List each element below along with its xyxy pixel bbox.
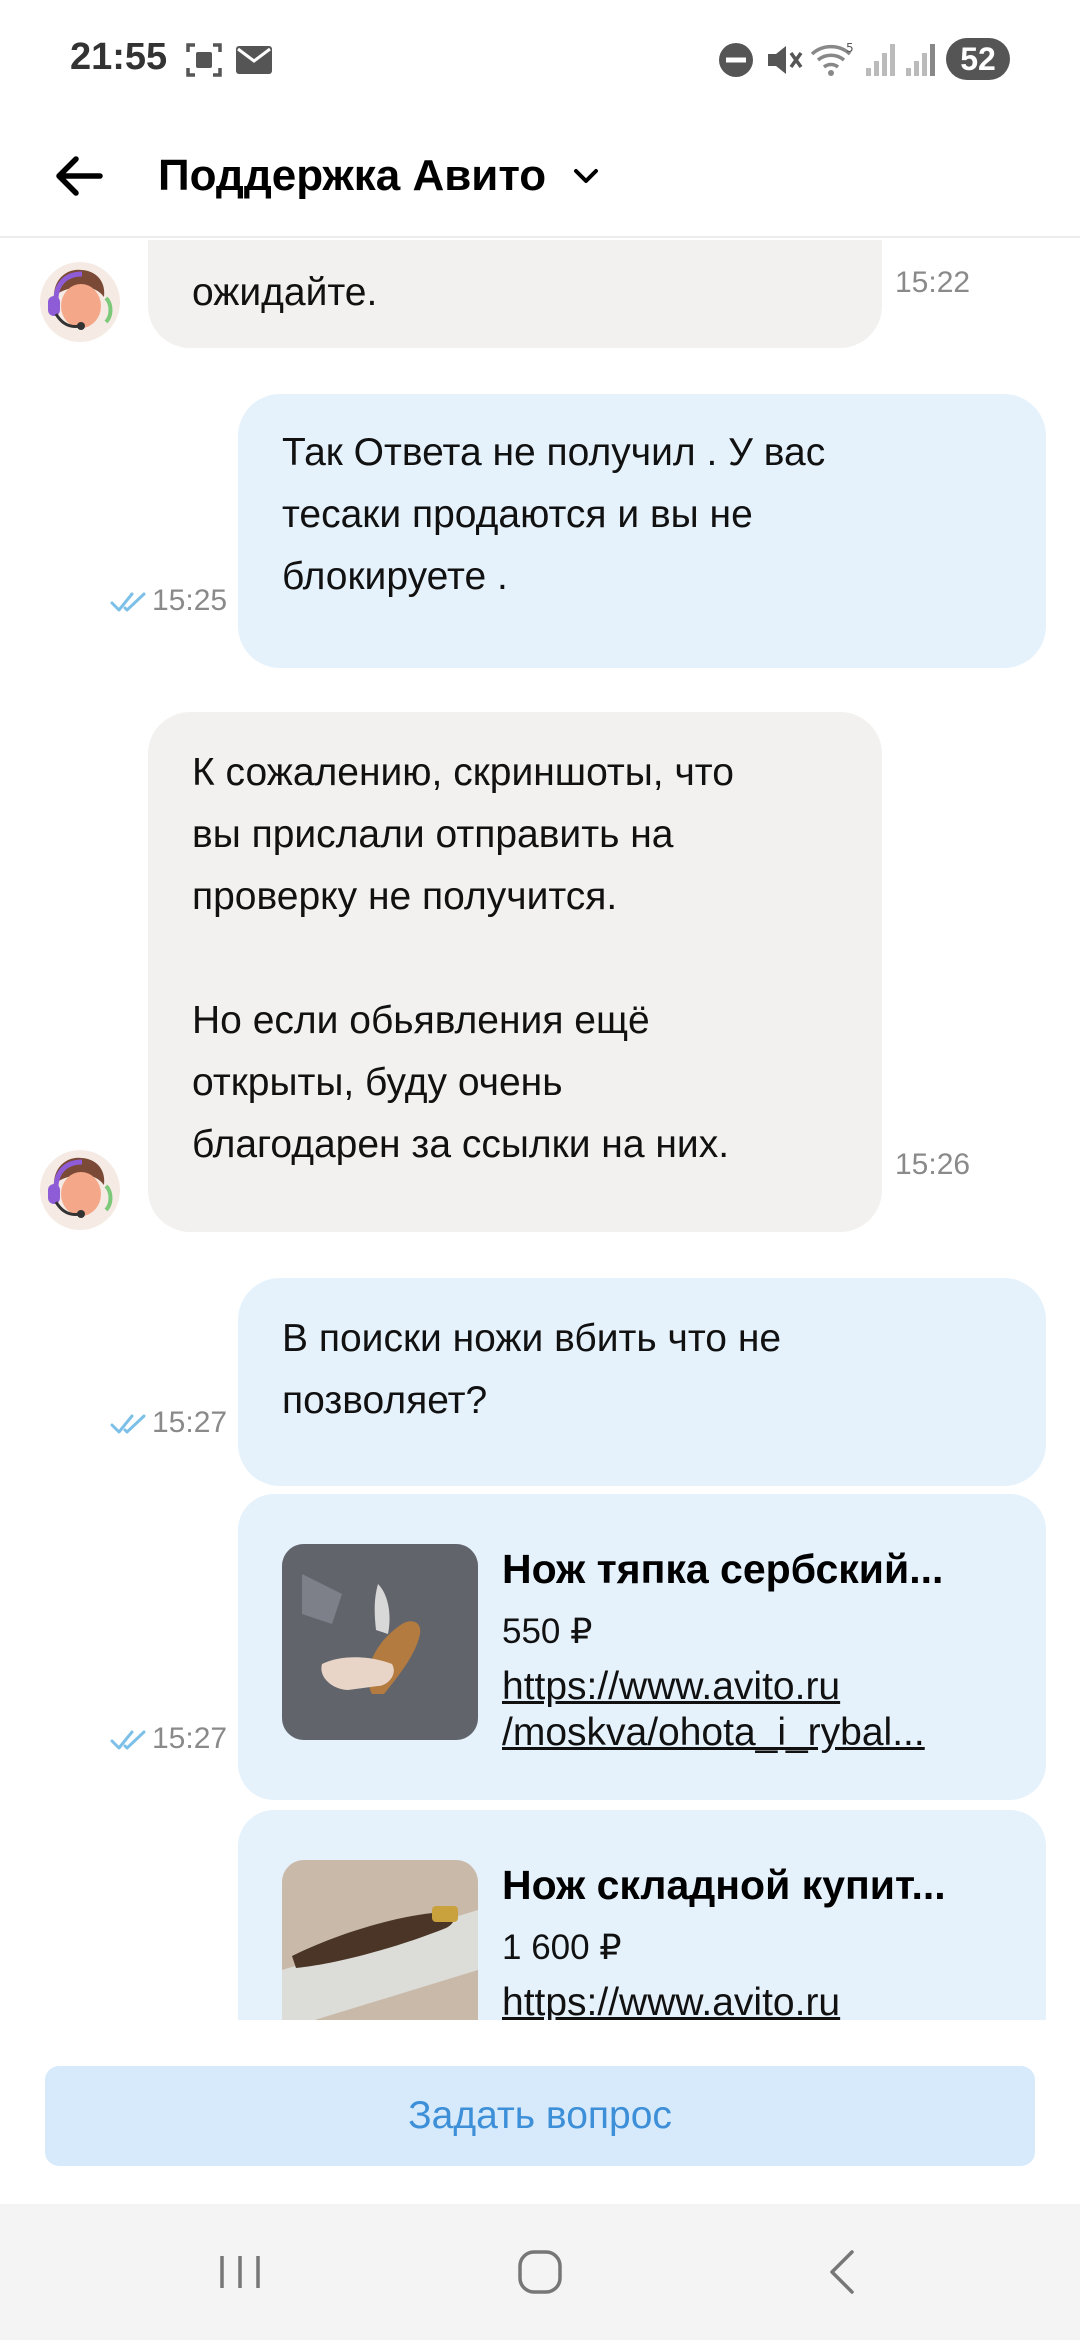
listing-thumbnail[interactable] bbox=[282, 1860, 478, 2020]
listing-link[interactable]: https://www.avito.ru bbox=[502, 1980, 1002, 2020]
home-icon[interactable] bbox=[510, 2242, 570, 2302]
listing-title: Нож складной купит... bbox=[502, 1862, 946, 1908]
status-bar: 21:55 5 52 bbox=[0, 0, 1080, 120]
message-bubble-outgoing[interactable]: Так Ответа не получил . У вас тесаки про… bbox=[238, 394, 1046, 668]
message-text: В поиски ножи вбить что не позволяет? bbox=[282, 1317, 782, 1422]
dnd-icon bbox=[719, 43, 753, 77]
back-arrow-icon[interactable] bbox=[48, 144, 112, 208]
battery-indicator: 52 bbox=[946, 38, 1010, 80]
signal-icon-2 bbox=[906, 44, 935, 76]
nav-back-icon[interactable] bbox=[814, 2242, 874, 2302]
message-text: Так Ответа не получил . У вас тесаки про… bbox=[282, 431, 826, 598]
svg-text:5: 5 bbox=[846, 41, 854, 55]
message-time: 15:26 bbox=[895, 1148, 971, 1181]
message-time: 15:27 bbox=[152, 1406, 228, 1439]
message-status: 15:27 bbox=[110, 1722, 227, 1756]
listing-link[interactable]: https://www.avito.ru /moskva/ohota_i_ryb… bbox=[502, 1664, 1002, 1756]
wifi-icon: 5 bbox=[810, 41, 854, 76]
status-time: 21:55 bbox=[70, 36, 168, 78]
message-status: 15:25 bbox=[110, 584, 227, 618]
message-bubble-incoming[interactable]: ожидайте. bbox=[148, 240, 882, 348]
message-status: 15:27 bbox=[110, 1406, 227, 1440]
double-check-icon bbox=[110, 1414, 146, 1434]
recent-apps-icon[interactable] bbox=[210, 2242, 270, 2302]
message-time: 15:22 bbox=[895, 266, 971, 299]
listing-title: Нож тяпка сербский... bbox=[502, 1546, 944, 1592]
message-text: ожидайте. bbox=[192, 271, 378, 314]
listing-link-line[interactable]: https://www.avito.ru bbox=[502, 1980, 1002, 2020]
listing-link-line[interactable]: https://www.avito.ru bbox=[502, 1664, 1002, 1710]
ask-question-button[interactable]: Задать вопрос bbox=[45, 2066, 1035, 2166]
support-agent-avatar bbox=[40, 1150, 120, 1230]
message-list[interactable]: ожидайте. 15:22 Так Ответа не получил . … bbox=[0, 240, 1080, 2020]
mute-icon bbox=[768, 46, 803, 74]
chat-title[interactable]: Поддержка Авито bbox=[158, 140, 546, 212]
signal-icon bbox=[866, 44, 895, 76]
listing-card[interactable]: Нож складной купит... 1 600 ₽ https://ww… bbox=[238, 1810, 1046, 2020]
chat-header: Поддержка Авито bbox=[0, 120, 1080, 238]
chevron-down-icon[interactable] bbox=[568, 158, 604, 194]
listing-thumbnail[interactable] bbox=[282, 1544, 478, 1740]
message-time: 15:25 bbox=[152, 584, 228, 617]
listing-price: 550 ₽ bbox=[502, 1612, 593, 1651]
listing-card[interactable]: Нож тяпка сербский... 550 ₽ https://www.… bbox=[238, 1494, 1046, 1800]
support-agent-avatar bbox=[40, 262, 120, 342]
message-bubble-incoming[interactable]: К сожалению, скриншоты, что вы прислали … bbox=[148, 712, 882, 1232]
message-text: К сожалению, скриншоты, что вы прислали … bbox=[192, 751, 734, 1166]
message-time: 15:27 bbox=[152, 1722, 228, 1755]
double-check-icon bbox=[110, 1730, 146, 1750]
system-nav-bar bbox=[0, 2204, 1080, 2340]
double-check-icon bbox=[110, 592, 146, 612]
screenshot-icon bbox=[186, 43, 222, 77]
message-bubble-outgoing[interactable]: В поиски ножи вбить что не позволяет? bbox=[238, 1278, 1046, 1486]
mail-icon bbox=[236, 46, 272, 74]
bottom-action-bar: Задать вопрос bbox=[0, 2020, 1080, 2204]
listing-link-line[interactable]: /moskva/ohota_i_rybal... bbox=[502, 1710, 1002, 1756]
listing-price: 1 600 ₽ bbox=[502, 1928, 622, 1967]
